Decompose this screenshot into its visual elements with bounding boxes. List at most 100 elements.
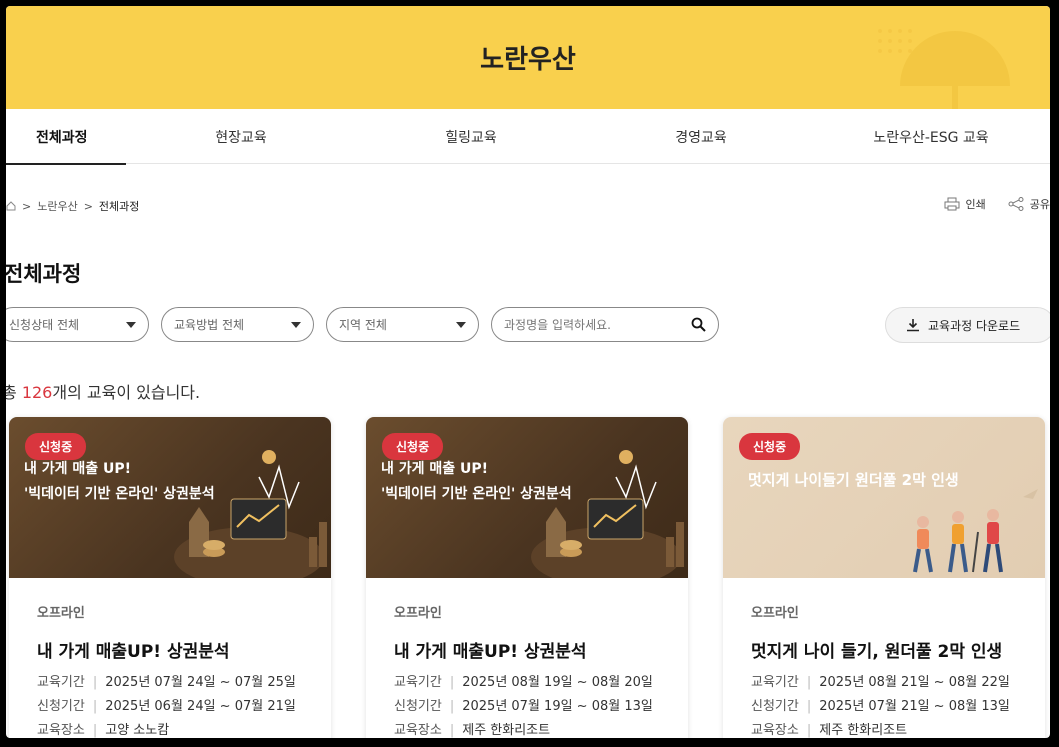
hero-banner: 노란우산 <box>6 6 1050 109</box>
thumbnail-line-1: 내 가게 매출 UP! <box>381 461 489 477</box>
share-icon <box>1008 197 1024 211</box>
place-value: 제주 한화리조트 <box>819 723 908 738</box>
breadcrumb-separator: > <box>83 199 93 213</box>
course-type: 오프라인 <box>394 606 442 621</box>
tab-management[interactable]: 경영교육 <box>586 109 816 164</box>
dropdown-arrow-icon <box>456 321 466 328</box>
place-value: 제주 한화리조트 <box>462 723 551 738</box>
tab-esg[interactable]: 노란우산-ESG 교육 <box>816 109 1046 164</box>
breadcrumb-separator: > <box>22 199 32 213</box>
course-thumbnail: 신청중 내 가게 매출 UP! '빅데이터 기반 온라인' 상권분석 <box>9 417 331 578</box>
course-title[interactable]: 내 가게 매출UP! 상권분석 <box>37 637 303 662</box>
thumbnail-line-2: '빅데이터 기반 온라인' 상권분석 <box>24 486 215 502</box>
seniors-illustration <box>913 489 1038 573</box>
count-number: 126 <box>21 383 53 402</box>
course-type: 오프라인 <box>37 606 85 621</box>
course-title[interactable]: 내 가게 매출UP! 상권분석 <box>394 637 660 662</box>
place-row: 교육장소 | 고양 소노캄 <box>37 722 303 738</box>
apply-value: 2025년 07월 19일 ~ 08월 13일 <box>462 699 653 714</box>
search-icon[interactable] <box>691 317 706 332</box>
period-label: 교육기간 <box>394 675 442 690</box>
period-value: 2025년 07월 24일 ~ 07월 25일 <box>105 675 296 690</box>
row-separator: | <box>92 699 98 714</box>
course-card[interactable]: 신청중 내 가게 매출 UP! '빅데이터 기반 온라인' 상권분석 오프라인 … <box>9 417 331 738</box>
download-icon <box>907 319 919 332</box>
apply-row: 신청기간 | 2025년 07월 21일 ~ 08월 13일 <box>751 698 1017 716</box>
page-frame: 노란우산 전체과정 현장교육 힐링교육 경영교육 노란우산-ESG 교육 > 노… <box>6 6 1050 738</box>
apply-label: 신청기간 <box>394 699 442 714</box>
place-label: 교육장소 <box>751 723 799 738</box>
period-label: 교육기간 <box>751 675 799 690</box>
breadcrumb-item[interactable]: 노란우산 <box>37 198 77 214</box>
method-select[interactable]: 교육방법 전체 <box>161 307 314 342</box>
print-button[interactable]: 인쇄 <box>944 196 986 212</box>
place-label: 교육장소 <box>37 723 85 738</box>
place-row: 교육장소 | 제주 한화리조트 <box>394 722 660 738</box>
apply-value: 2025년 07월 21일 ~ 08월 13일 <box>819 699 1010 714</box>
thumbnail-caption: 내 가게 매출 UP! '빅데이터 기반 온라인' 상권분석 <box>381 457 572 507</box>
course-search <box>491 307 719 342</box>
row-separator: | <box>806 723 812 738</box>
card-body: 오프라인 멋지게 나이 들기, 원더풀 2막 인생 교육기간 | 2025년 08월… <box>723 578 1045 738</box>
utility-actions: 인쇄 공유 <box>944 196 1050 212</box>
region-select-value: 지역 전체 <box>339 318 387 332</box>
thumbnail-line-2: '빅데이터 기반 온라인' 상권분석 <box>381 486 572 502</box>
download-button[interactable]: 교육과정 다운로드 <box>885 307 1050 343</box>
row-separator: | <box>806 675 812 690</box>
page-title: 전체과정 <box>6 262 82 286</box>
card-body: 오프라인 내 가게 매출UP! 상권분석 교육기간 | 2025년 07월 24일 … <box>9 578 331 738</box>
thumbnail-caption: 내 가게 매출 UP! '빅데이터 기반 온라인' 상권분석 <box>24 457 215 507</box>
period-value: 2025년 08월 21일 ~ 08월 22일 <box>819 675 1010 690</box>
status-badge: 신청중 <box>739 433 801 460</box>
breadcrumb-current: 전체과정 <box>98 200 140 213</box>
row-separator: | <box>92 675 98 690</box>
row-separator: | <box>449 675 455 690</box>
count-prefix: 총 <box>6 383 17 402</box>
status-select-value: 신청상태 전체 <box>9 318 80 332</box>
breadcrumb: > 노란우산 > 전체과정 <box>6 198 139 214</box>
place-label: 교육장소 <box>394 723 442 738</box>
course-thumbnail: 신청중 내 가게 매출 UP! '빅데이터 기반 온라인' 상권분석 <box>366 417 688 578</box>
home-icon[interactable] <box>6 201 16 211</box>
apply-value: 2025년 06월 24일 ~ 07월 21일 <box>105 699 296 714</box>
course-card[interactable]: 신청중 내 가게 매출 UP! '빅데이터 기반 온라인' 상권분석 오프라인 … <box>366 417 688 738</box>
row-separator: | <box>806 699 812 714</box>
status-badge: 신청중 <box>382 433 444 460</box>
apply-row: 신청기간 | 2025년 07월 19일 ~ 08월 13일 <box>394 698 660 716</box>
place-value: 고양 소노캄 <box>105 723 170 738</box>
method-select-value: 교육방법 전체 <box>174 318 245 332</box>
course-card[interactable]: 신청중 멋지게 나이들기 원더풀 2막 인생 오프라인 멋지게 나이 들기, 원… <box>723 417 1045 738</box>
hero-title: 노란우산 <box>480 45 576 75</box>
print-label: 인쇄 <box>965 198 986 211</box>
status-select[interactable]: 신청상태 전체 <box>6 307 149 342</box>
place-row: 교육장소 | 제주 한화리조트 <box>751 722 1017 738</box>
row-separator: | <box>92 723 98 738</box>
row-separator: | <box>449 699 455 714</box>
dropdown-arrow-icon <box>126 321 136 328</box>
tab-field[interactable]: 현장교육 <box>126 109 356 164</box>
apply-label: 신청기간 <box>37 699 85 714</box>
tab-healing[interactable]: 힐링교육 <box>356 109 586 164</box>
region-select[interactable]: 지역 전체 <box>326 307 479 342</box>
row-separator: | <box>449 723 455 738</box>
filter-bar: 신청상태 전체 교육방법 전체 지역 전체 <box>6 307 719 342</box>
period-row: 교육기간 | 2025년 08월 19일 ~ 08월 20일 <box>394 674 660 692</box>
print-icon <box>944 197 959 211</box>
card-body: 오프라인 내 가게 매출UP! 상권분석 교육기간 | 2025년 08월 19일 … <box>366 578 688 738</box>
tab-all[interactable]: 전체과정 <box>6 109 126 165</box>
count-suffix: 개의 교육이 있습니다. <box>52 383 201 402</box>
course-title[interactable]: 멋지게 나이 들기, 원더풀 2막 인생 <box>751 637 1017 662</box>
period-row: 교육기간 | 2025년 07월 24일 ~ 07월 25일 <box>37 674 303 692</box>
download-label: 교육과정 다운로드 <box>928 318 1021 333</box>
share-button[interactable]: 공유 <box>1008 196 1050 212</box>
dropdown-arrow-icon <box>291 321 301 328</box>
thumbnail-line-1: 내 가게 매출 UP! <box>24 461 132 477</box>
course-thumbnail: 신청중 멋지게 나이들기 원더풀 2막 인생 <box>723 417 1045 578</box>
period-value: 2025년 08월 19일 ~ 08월 20일 <box>462 675 653 690</box>
status-badge: 신청중 <box>25 433 87 460</box>
course-type: 오프라인 <box>751 606 799 621</box>
result-count: 총 126개의 교육이 있습니다. <box>6 379 200 403</box>
category-tabs: 전체과정 현장교육 힐링교육 경영교육 노란우산-ESG 교육 <box>6 109 1050 165</box>
search-input[interactable] <box>504 317 674 332</box>
share-label: 공유 <box>1029 198 1050 211</box>
